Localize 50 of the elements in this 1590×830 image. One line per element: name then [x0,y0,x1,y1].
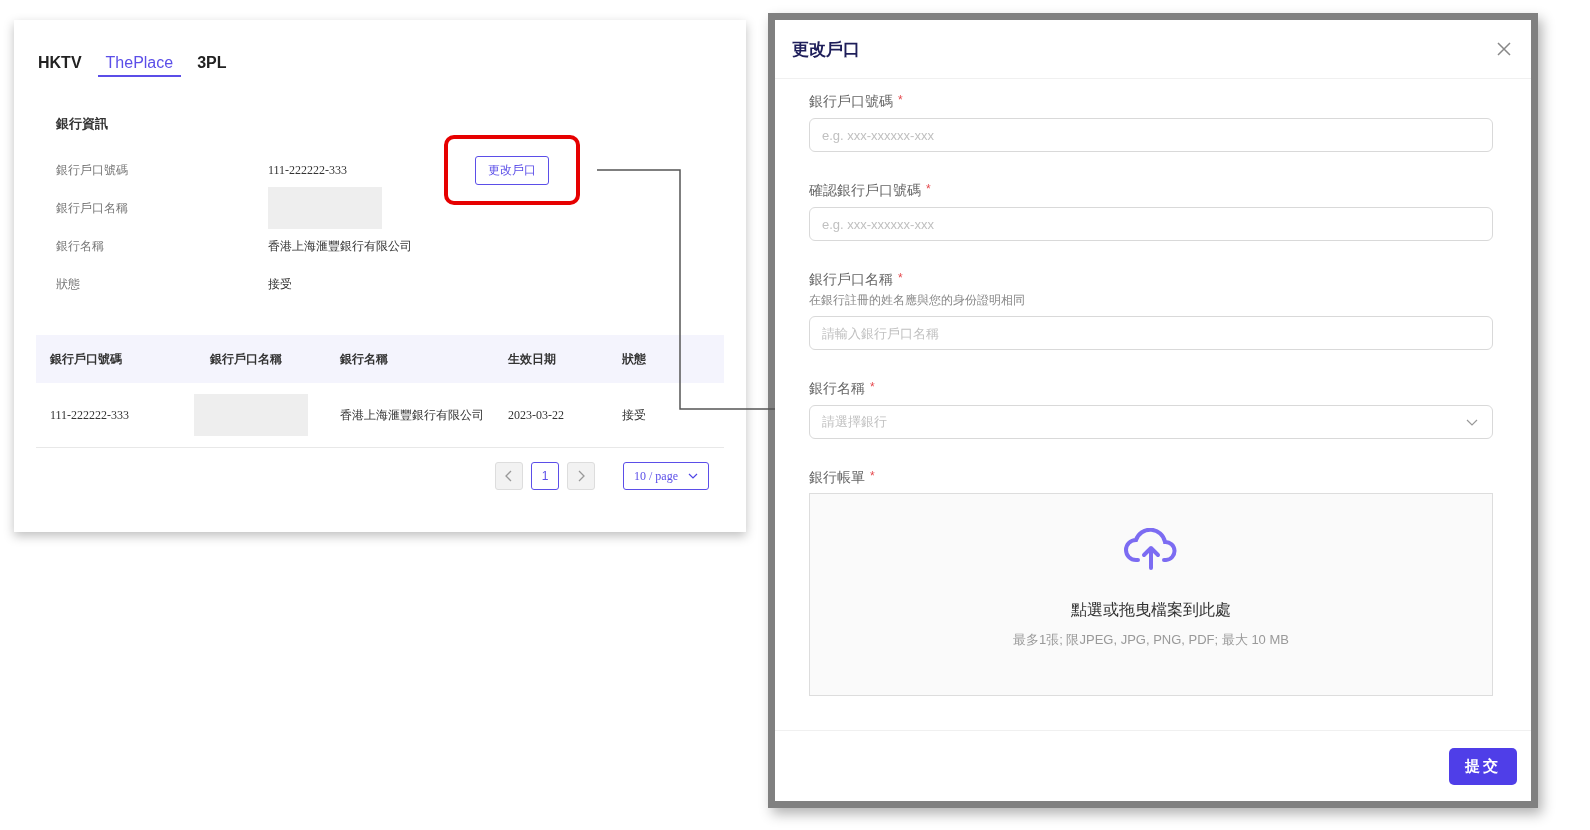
field-label: 銀行名稱 [809,380,865,398]
previous-page-button[interactable] [495,462,523,490]
required-mark: * [898,271,903,285]
tab[interactable]: 3PL [195,54,229,77]
field-label: 銀行戶口名稱 [56,199,129,217]
upload-note: 最多1張; 限JPEG, JPG, PNG, PDF; 最大 10 MB [1013,631,1289,649]
chevron-right-icon [577,470,585,482]
cloud-upload-icon [1124,528,1178,570]
section-title: 銀行資訊 [56,115,109,133]
tab[interactable]: ThePlace [97,54,182,77]
field-value: 接受 [268,275,292,293]
field-hint: 在銀行註冊的姓名應與您的身份證明相同 [809,292,1026,309]
table-cell-text: 香港上海滙豐銀行有限公司 [339,407,485,424]
upload-prompt: 點選或拖曳檔案到此處 [1071,600,1231,620]
required-mark: * [870,380,875,394]
submit-button[interactable]: 提交 [1449,747,1517,785]
column-header: 狀態 [621,350,647,368]
column-header: 生效日期 [507,350,557,368]
tab[interactable]: HKTV [36,54,84,77]
upload-dropzone[interactable]: 點選或拖曳檔案到此處 最多1張; 限JPEG, JPG, PNG, PDF; 最大 10 MB [809,493,1493,696]
table-cell-text: 2023-03-22 [507,407,565,423]
column-header: 銀行名稱 [339,350,389,368]
field-label: 銀行戶口號碼 [56,161,129,179]
page-button[interactable]: 1 [531,462,559,490]
column-header: 銀行戶口號碼 [49,350,123,368]
change-account-button[interactable]: 更改戶口 [475,155,549,185]
required-mark: * [870,469,875,483]
chevron-down-icon [1466,418,1478,426]
page-size-select[interactable]: 10 / page [623,462,709,490]
next-page-button[interactable] [567,462,595,490]
input-field[interactable]: e.g. xxx-xxxxxx-xxx [809,118,1493,152]
column-header: 銀行戶口名稱 [209,350,283,368]
field-label: 確認銀行戶口號碼 [809,182,921,200]
close-icon[interactable] [1497,42,1511,56]
select-placeholder: 請選擇銀行 [822,413,887,431]
chevron-down-icon [688,473,698,479]
field-label: 銀行戶口名稱 [809,271,893,289]
required-mark: * [926,182,931,196]
table-cell-text: 接受 [621,406,647,424]
field-label: 狀態 [56,275,81,293]
required-mark: * [898,93,903,107]
field-value: 香港上海滙豐銀行有限公司 [268,237,412,255]
field-label: 銀行名稱 [56,237,105,255]
field-label: 銀行帳單 [809,469,865,487]
dialog-title: 更改戶口 [792,38,860,61]
field-value: 111-222222-333 [268,162,348,178]
table-cell-text: 111-222222-333 [49,407,131,423]
input-field[interactable]: e.g. xxx-xxxxxx-xxx [809,207,1493,241]
field-label: 銀行戶口號碼 [809,93,893,111]
chevron-left-icon [505,470,513,482]
